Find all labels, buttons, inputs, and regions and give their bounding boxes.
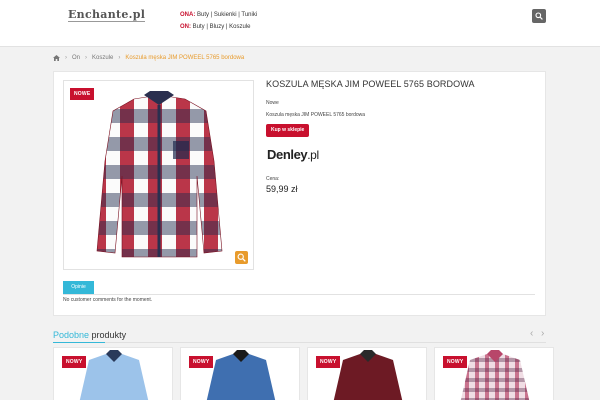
brand-suffix: .pl <box>307 148 319 162</box>
nav-women-links[interactable]: Buty | Sukienki | Tuniki <box>197 12 257 18</box>
breadcrumb: › On › Koszule › Koszula męska JIM POWEE… <box>53 55 244 61</box>
shirt-image <box>96 91 223 258</box>
similar-products-title: Podobne produkty <box>53 330 126 340</box>
new-badge: NOWY <box>316 356 341 368</box>
next-arrow-icon[interactable]: › <box>541 328 544 339</box>
site-header: Enchante.pl ONA: Buty | Sukienki | Tunik… <box>0 0 600 47</box>
breadcrumb-item-koszule[interactable]: Koszule <box>92 55 113 61</box>
similar-product-1[interactable] <box>53 347 173 400</box>
nav-women-label: ONA: <box>180 12 196 18</box>
breadcrumb-item-on[interactable]: On <box>72 55 80 61</box>
product-condition: Nowe <box>266 100 279 106</box>
buy-in-store-button[interactable]: Kup w sklepie <box>266 124 310 137</box>
brand-name: Denley <box>267 147 308 162</box>
site-logo[interactable]: Enchante.pl <box>68 8 146 22</box>
brand-logo[interactable]: Denley.pl <box>267 147 319 162</box>
tab-reviews[interactable]: Opinie <box>63 281 94 294</box>
similar-title-accent: Podobne <box>53 330 90 340</box>
home-icon[interactable] <box>53 55 60 61</box>
product-image[interactable] <box>63 80 254 270</box>
prev-arrow-icon[interactable]: ‹ <box>530 328 533 339</box>
breadcrumb-separator: › <box>118 55 121 61</box>
similar-product-3[interactable] <box>307 347 427 400</box>
tab-divider <box>63 294 535 295</box>
similar-product-4[interactable] <box>434 347 554 400</box>
comments-text: No customer comments for the moment. <box>63 297 153 303</box>
search-icon <box>535 12 543 20</box>
new-badge: NOWE <box>70 88 95 100</box>
zoom-button[interactable] <box>235 251 248 264</box>
nav-men-links[interactable]: Buty | Bluzy | Koszule <box>193 24 251 30</box>
new-badge: NOWY <box>443 356 468 368</box>
similar-underline <box>53 342 105 343</box>
product-title: KOSZULA MĘSKA JIM POWEEL 5765 BORDOWA <box>266 79 475 89</box>
similar-product-2[interactable] <box>180 347 300 400</box>
zoom-icon <box>237 253 246 262</box>
product-price: 59,99 zł <box>266 184 298 194</box>
price-label: Cena: <box>266 176 280 182</box>
nav-women: ONA: Buty | Sukienki | Tuniki <box>180 12 257 18</box>
breadcrumb-separator: › <box>85 55 88 61</box>
new-badge: NOWY <box>62 356 87 368</box>
new-badge: NOWY <box>189 356 214 368</box>
nav-men-label: ON: <box>180 24 191 30</box>
similar-divider <box>53 342 546 343</box>
similar-title-rest: produkty <box>89 330 127 340</box>
breadcrumb-current: Koszula męska JIM POWEEL 5765 bordowa <box>125 55 245 61</box>
product-short-description: Koszula męska JIM POWEEL 5765 bordowa <box>266 112 366 118</box>
breadcrumb-separator: › <box>65 55 67 61</box>
search-button[interactable] <box>532 9 546 23</box>
nav-men: ON: Buty | Bluzy | Koszule <box>180 24 250 30</box>
